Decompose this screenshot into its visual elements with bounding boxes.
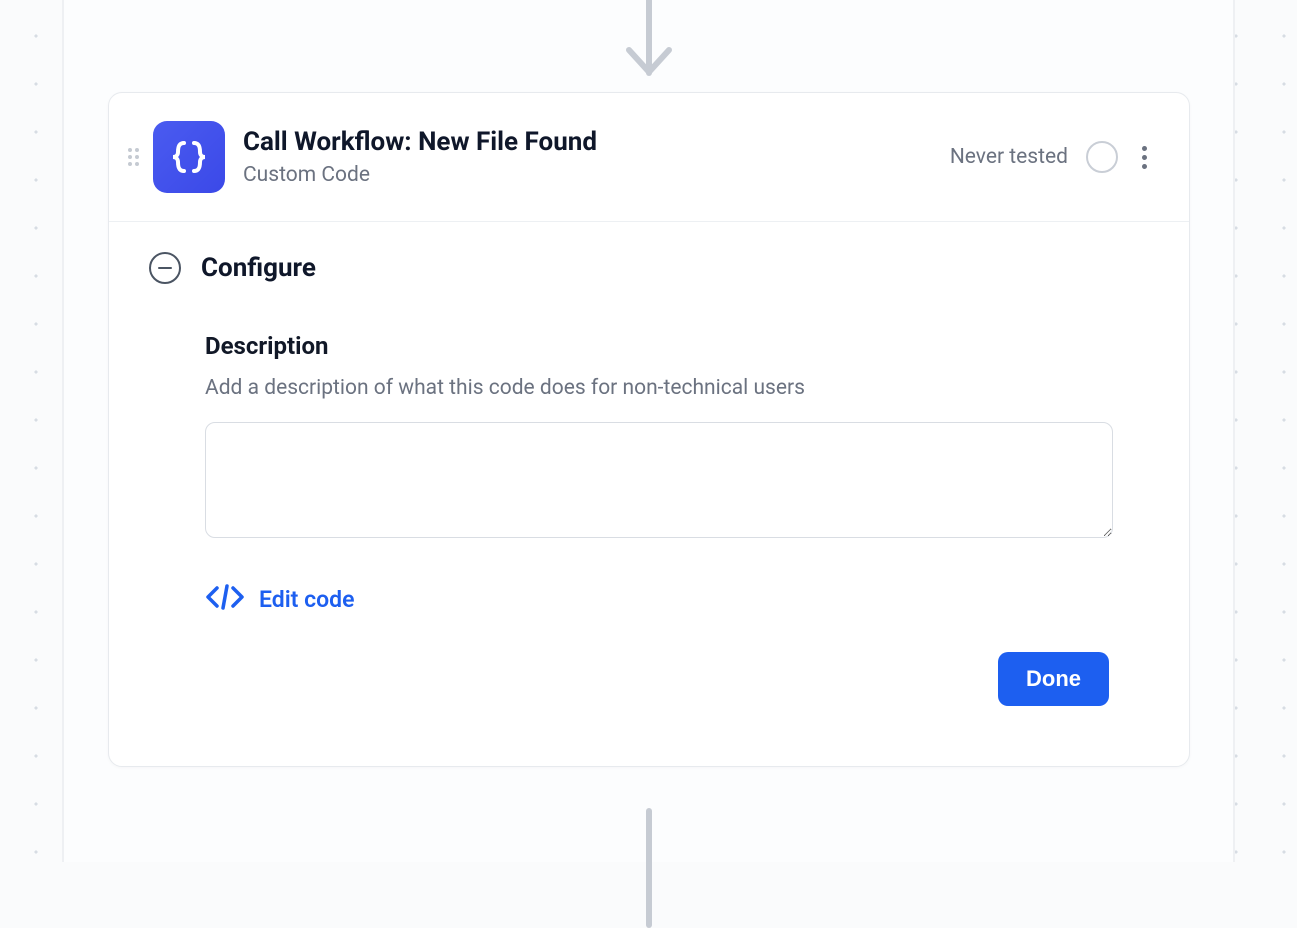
- status-indicator-icon: [1086, 141, 1118, 173]
- description-input[interactable]: [205, 422, 1113, 538]
- workflow-step-card: Call Workflow: New File Found Custom Cod…: [108, 92, 1190, 767]
- step-header: Call Workflow: New File Found Custom Cod…: [109, 93, 1189, 222]
- description-help: Add a description of what this code does…: [205, 376, 1113, 400]
- configure-section-header: Configure: [149, 252, 1149, 284]
- collapse-icon[interactable]: [149, 252, 181, 284]
- step-footer: Done: [149, 616, 1149, 736]
- step-header-right: Never tested: [950, 138, 1153, 177]
- custom-code-icon: [153, 121, 225, 193]
- done-button[interactable]: Done: [998, 652, 1109, 706]
- connector-line-bottom: [646, 808, 652, 928]
- arrow-down-icon: [623, 40, 675, 88]
- step-subtitle: Custom Code: [243, 163, 950, 187]
- edit-code-label: Edit code: [259, 586, 354, 613]
- edit-code-button[interactable]: Edit code: [205, 582, 354, 616]
- configure-form: Description Add a description of what th…: [149, 332, 1149, 616]
- configure-title: Configure: [201, 253, 316, 283]
- code-icon: [205, 582, 245, 616]
- step-title: Call Workflow: New File Found: [243, 127, 950, 158]
- more-options-button[interactable]: [1136, 138, 1153, 177]
- drag-handle-icon[interactable]: [119, 148, 147, 166]
- step-status-text: Never tested: [950, 145, 1068, 169]
- step-title-block: Call Workflow: New File Found Custom Cod…: [243, 127, 950, 186]
- step-body: Configure Description Add a description …: [109, 222, 1189, 766]
- description-label: Description: [205, 332, 1113, 360]
